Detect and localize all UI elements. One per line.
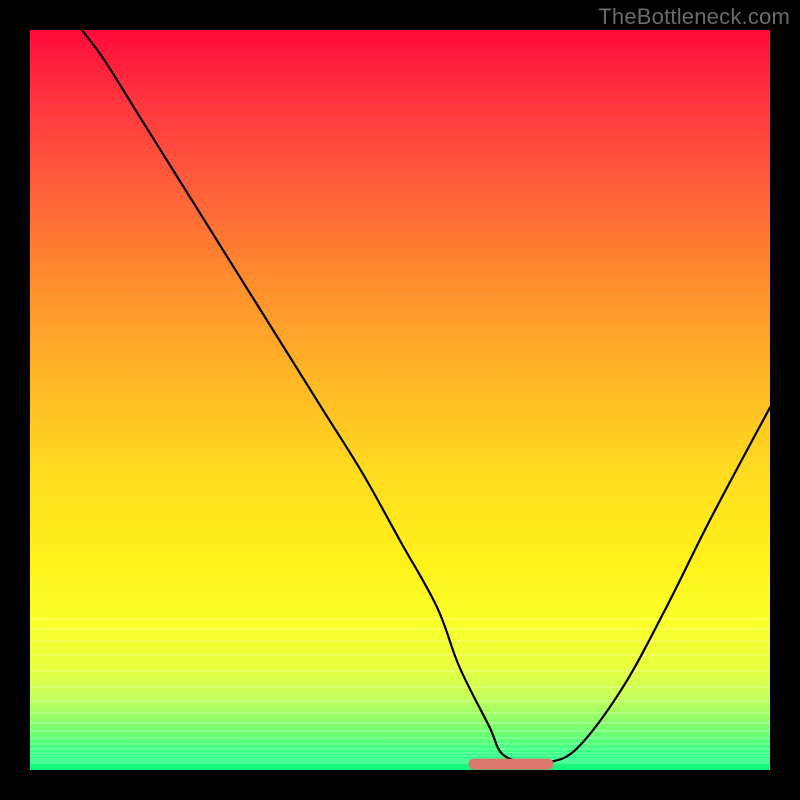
bottleneck-curve xyxy=(82,30,770,764)
watermark-text: TheBottleneck.com xyxy=(598,4,790,30)
chart-svg xyxy=(30,30,770,770)
plot-area xyxy=(30,30,770,770)
chart-frame: TheBottleneck.com xyxy=(0,0,800,800)
